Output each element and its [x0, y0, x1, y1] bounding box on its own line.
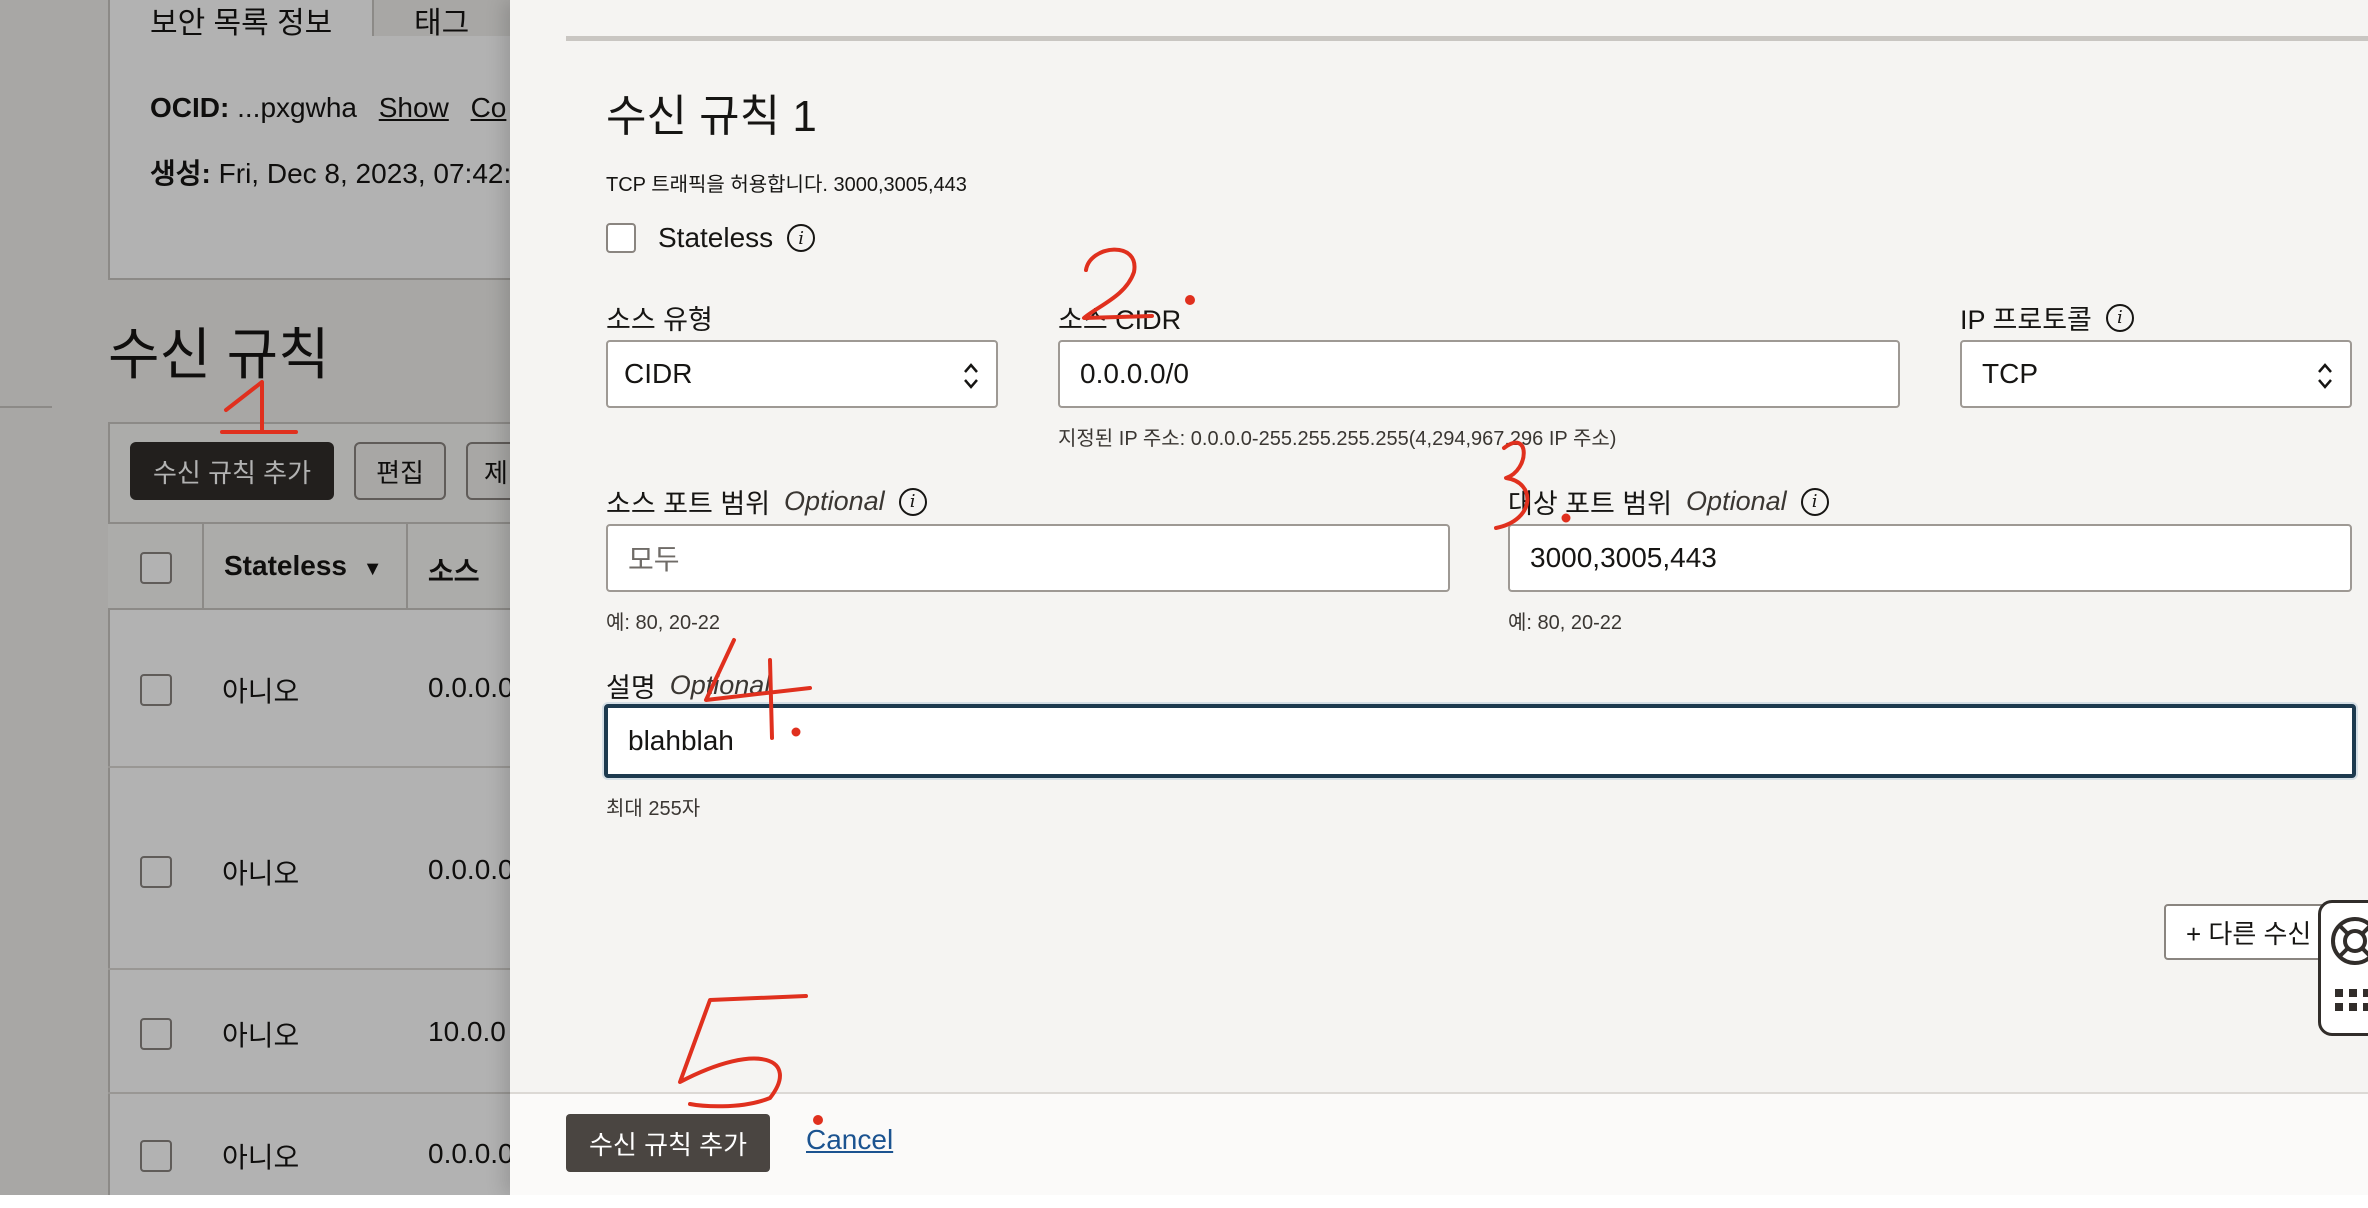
submit-ingress-rule-button[interactable]: 수신 규칙 추가 — [566, 1114, 770, 1172]
overlay-dim — [0, 0, 510, 1195]
info-icon[interactable]: i — [787, 224, 816, 252]
source-port-label: 소스 포트 범위 Optional i — [606, 482, 927, 521]
help-widget[interactable] — [2318, 900, 2368, 1036]
ingress-rule-panel: 수신 규칙 1 TCP 트래픽을 허용합니다. 3000,3005,443 St… — [510, 0, 2368, 1195]
panel-footer: 수신 규칙 추가 Cancel — [510, 1092, 2368, 1195]
dest-port-label: 대상 포트 범위 Optional i — [1508, 482, 1829, 521]
source-type-label: 소스 유형 — [606, 305, 713, 335]
source-cidr-hint: 지정된 IP 주소: 0.0.0.0-255.255.255.255(4,294… — [1058, 428, 1617, 450]
description-input[interactable]: blahblah — [604, 704, 2356, 778]
rule-title: 수신 규칙 1 — [606, 92, 817, 141]
dest-port-input[interactable]: 3000,3005,443 — [1508, 524, 2352, 592]
dest-port-hint: 예: 80, 20-22 — [1508, 612, 1623, 634]
info-icon[interactable]: i — [898, 487, 927, 516]
info-icon[interactable]: i — [1800, 487, 1829, 516]
source-port-input[interactable]: 모두 — [606, 524, 1450, 592]
stateless-option: Stateless i — [606, 222, 816, 254]
panel-divider — [566, 36, 2368, 41]
source-cidr-input[interactable]: 0.0.0.0/0 — [1058, 340, 1900, 408]
source-port-hint: 예: 80, 20-22 — [606, 612, 721, 634]
ip-protocol-label: IP 프로토콜 i — [1960, 298, 2134, 337]
description-hint: 최대 255자 — [606, 798, 701, 820]
source-type-select[interactable]: CIDR — [606, 340, 998, 408]
info-icon[interactable]: i — [2105, 303, 2134, 332]
select-chevron-icon — [962, 358, 980, 394]
stateless-label: Stateless — [658, 222, 774, 253]
select-chevron-icon — [2316, 358, 2334, 394]
rule-description: TCP 트래픽을 허용합니다. 3000,3005,443 — [606, 174, 967, 196]
source-cidr-label: 소스 CIDR — [1058, 305, 1182, 335]
bottom-edge — [0, 1195, 2368, 1208]
description-label: 설명 Optional — [606, 670, 771, 703]
stateless-checkbox[interactable] — [606, 223, 636, 253]
ip-protocol-select[interactable]: TCP — [1960, 340, 2352, 408]
lifebuoy-icon — [2331, 917, 2368, 1011]
cancel-link[interactable]: Cancel — [806, 1124, 893, 1156]
